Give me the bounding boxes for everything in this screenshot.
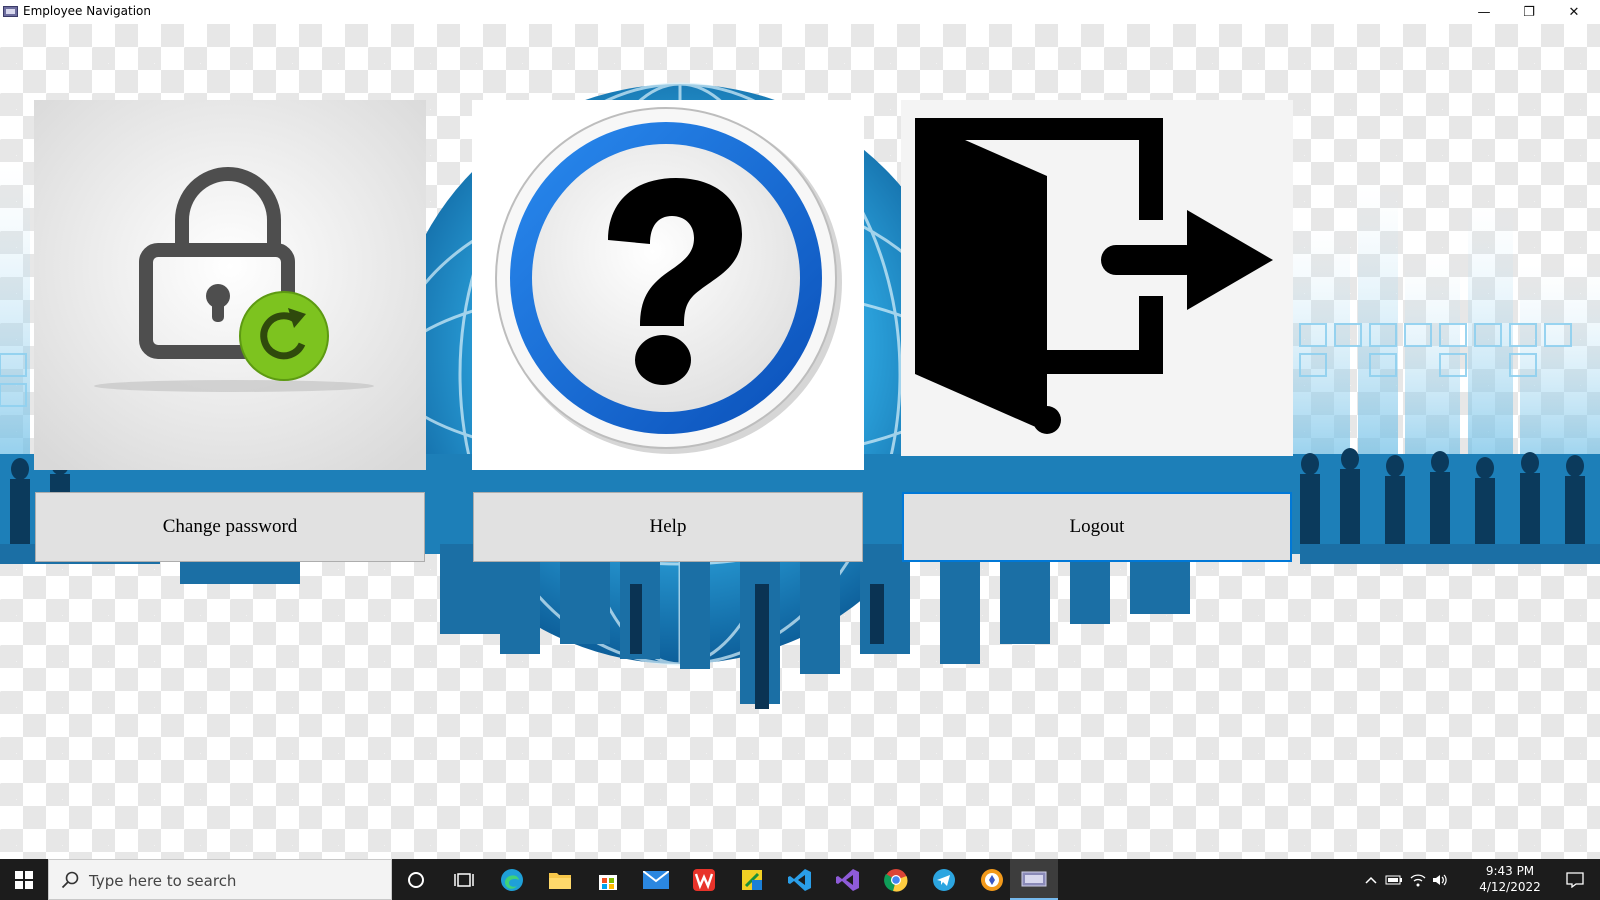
search-icon — [61, 871, 79, 889]
clock-date: 4/12/2022 — [1479, 880, 1541, 894]
help-image[interactable] — [472, 100, 864, 470]
clock-time: 9:43 PM — [1485, 864, 1535, 878]
vpn-icon[interactable] — [968, 859, 1016, 900]
taskbar-search-box[interactable]: Type here to search — [48, 859, 392, 900]
edge-icon[interactable] — [488, 859, 536, 900]
app-icon — [3, 6, 18, 17]
vscode-icon[interactable] — [776, 859, 824, 900]
search-placeholder: Type here to search — [89, 872, 237, 890]
notifications-icon[interactable] — [1560, 859, 1590, 900]
volume-icon[interactable] — [1430, 859, 1450, 900]
cortana-icon[interactable] — [392, 859, 440, 900]
change-password-button[interactable]: Change password — [35, 492, 425, 562]
logout-image[interactable] — [901, 100, 1293, 456]
logout-button[interactable]: Logout — [902, 492, 1292, 562]
change-password-image[interactable] — [34, 100, 426, 470]
exit-door-icon — [901, 100, 1293, 456]
content-area: Change password Help Logout — [0, 24, 1600, 859]
help-button[interactable]: Help — [473, 492, 863, 562]
task-view-icon[interactable] — [440, 859, 488, 900]
chrome-icon[interactable] — [872, 859, 920, 900]
window-title: Employee Navigation — [23, 4, 151, 18]
taskbar-clock[interactable]: 9:43 PM 4/12/2022 — [1470, 863, 1550, 895]
minimize-button[interactable]: — — [1462, 0, 1506, 24]
start-button[interactable] — [0, 859, 48, 900]
change-password-tile: Change password — [34, 100, 426, 562]
battery-icon[interactable] — [1384, 859, 1404, 900]
telegram-icon[interactable] — [920, 859, 968, 900]
restore-button[interactable]: ❐ — [1507, 0, 1551, 24]
wps-icon[interactable] — [680, 859, 728, 900]
file-explorer-icon[interactable] — [536, 859, 584, 900]
show-hidden-icons-icon[interactable] — [1362, 859, 1380, 900]
employee-app-icon[interactable] — [1010, 859, 1058, 900]
close-button[interactable]: ✕ — [1552, 0, 1596, 24]
sticky-app-icon[interactable] — [728, 859, 776, 900]
visual-studio-icon[interactable] — [824, 859, 872, 900]
wifi-icon[interactable] — [1408, 859, 1428, 900]
lock-refresh-icon — [34, 100, 426, 470]
question-mark-icon — [472, 100, 864, 470]
title-bar: Employee Navigation — ❐ ✕ — [0, 0, 1600, 24]
store-icon[interactable] — [584, 859, 632, 900]
logout-tile: Logout — [901, 100, 1293, 562]
help-tile: Help — [472, 100, 864, 562]
taskbar: Type here to search 9:43 PM 4/12/2022 — [0, 859, 1600, 900]
windows-logo-icon — [15, 870, 33, 889]
mail-icon[interactable] — [632, 859, 680, 900]
